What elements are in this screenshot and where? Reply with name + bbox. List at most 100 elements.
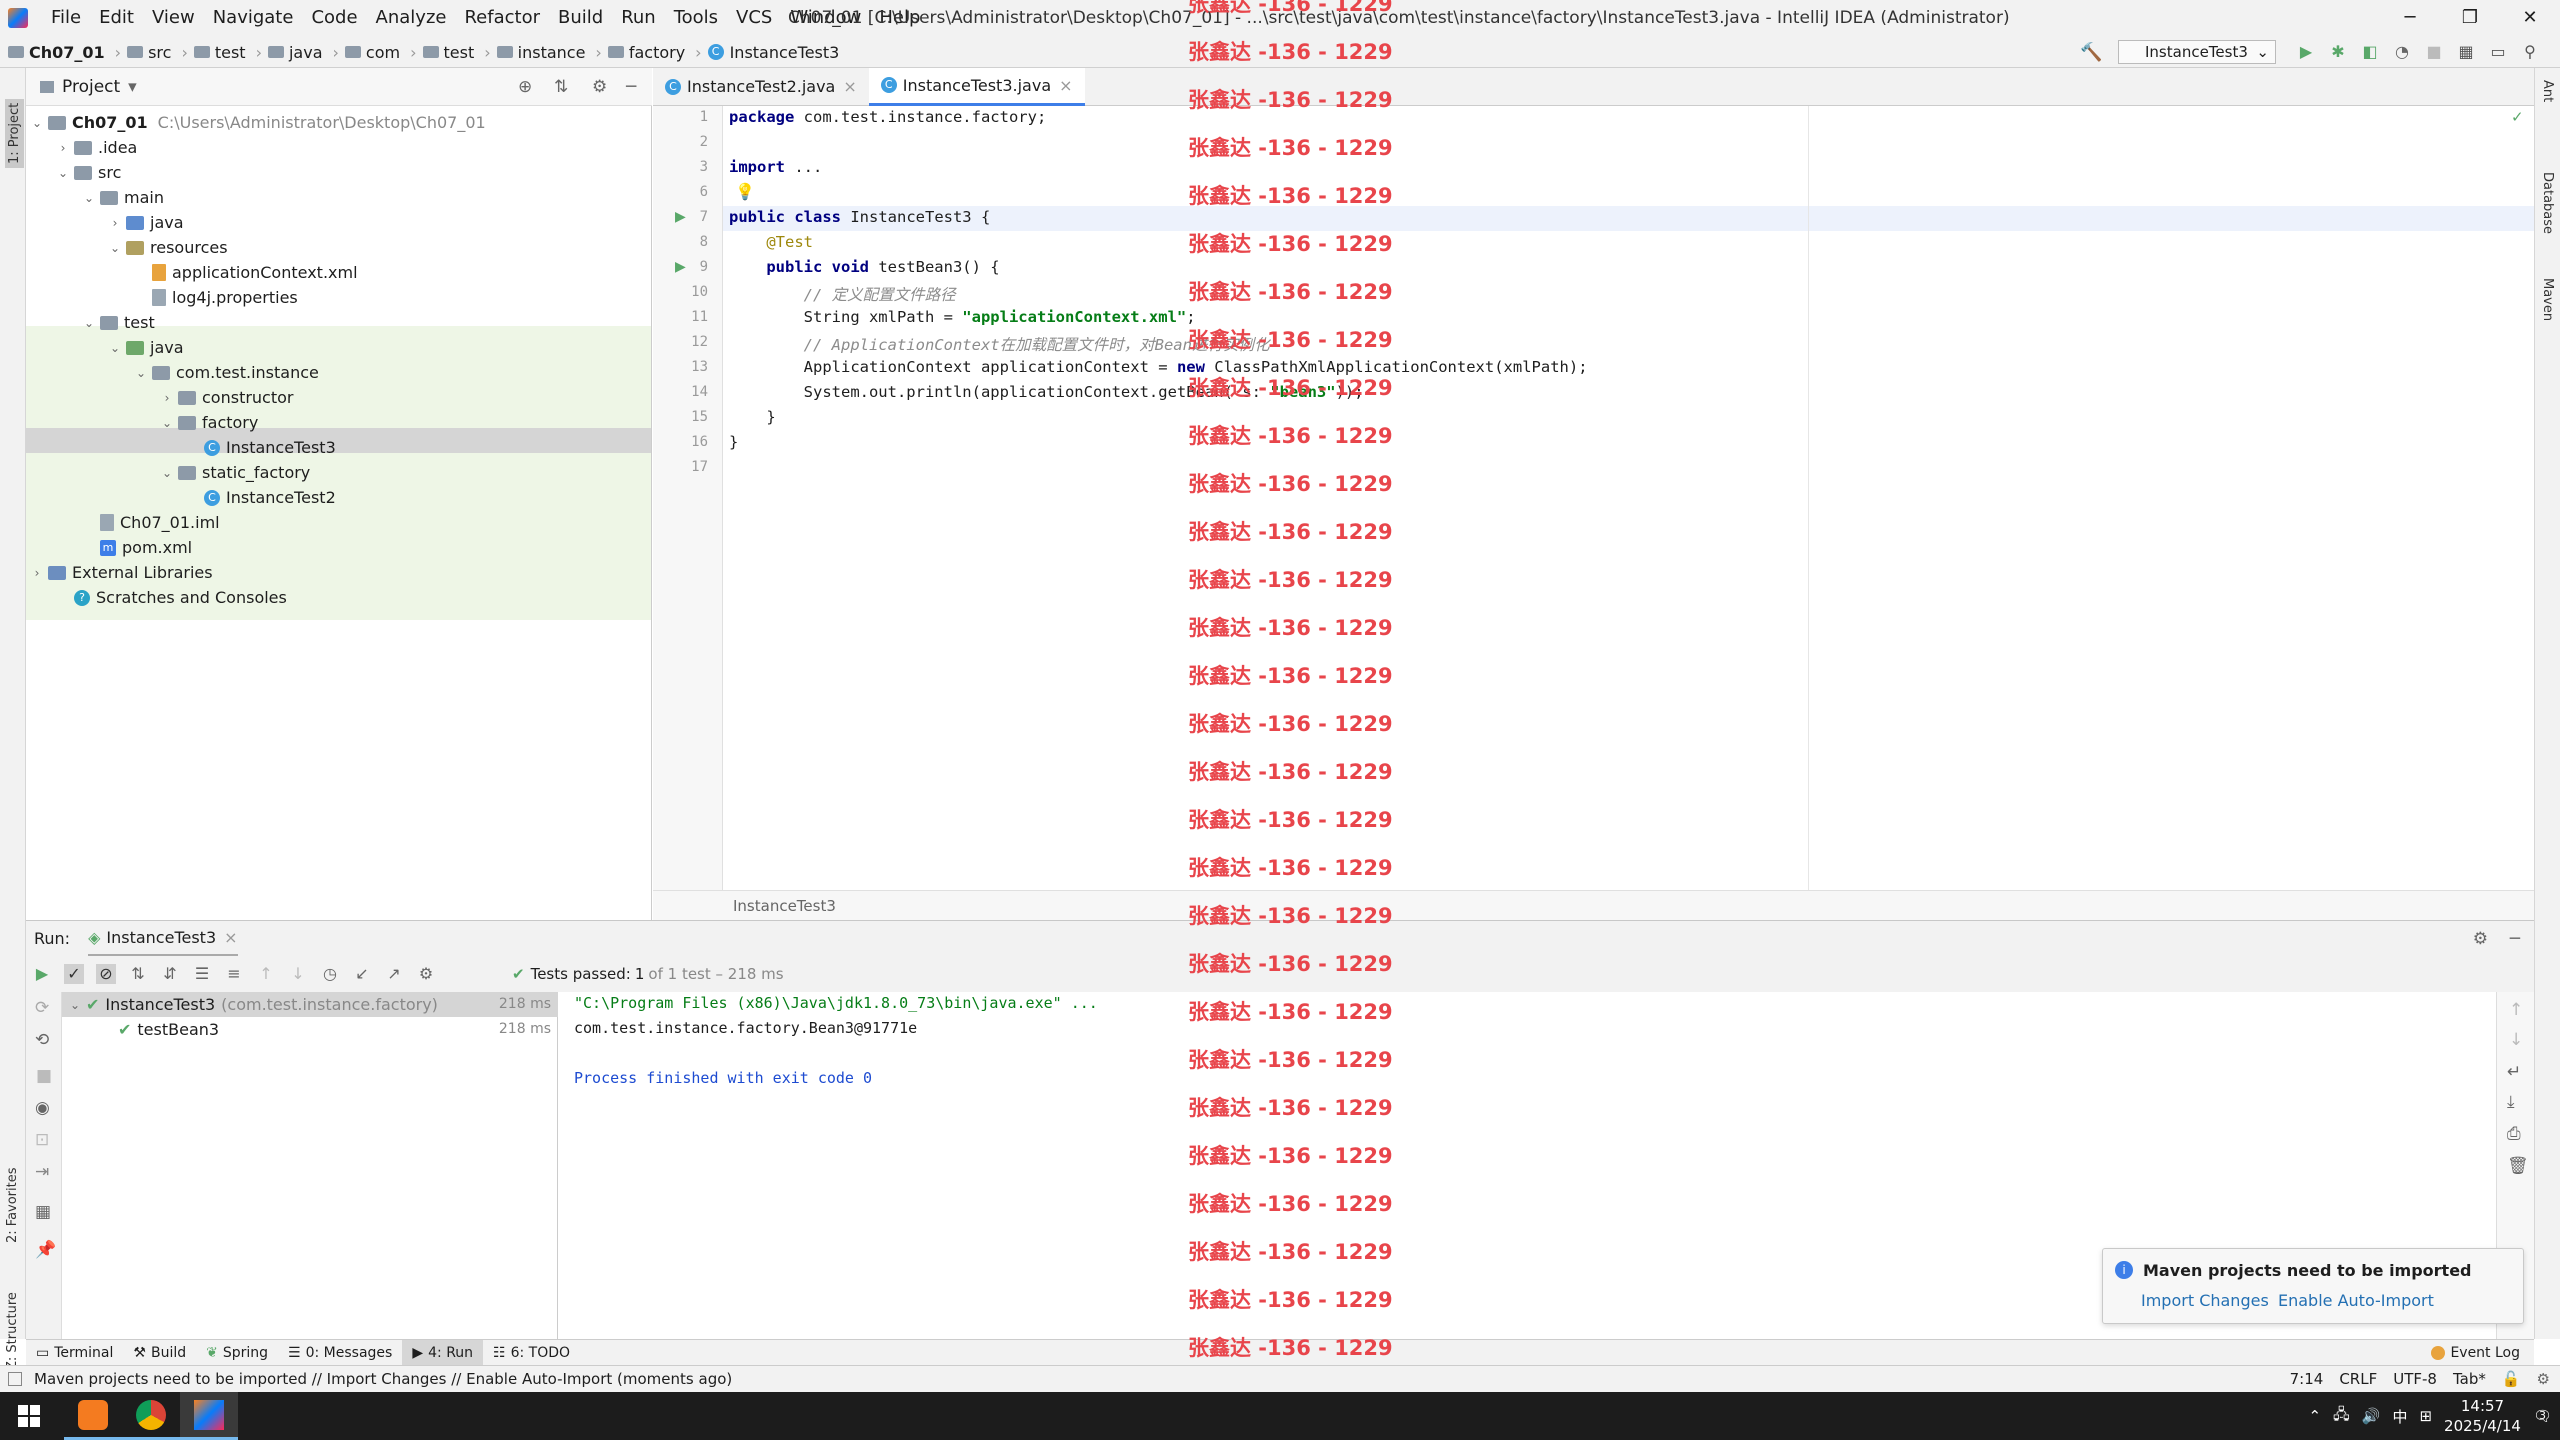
- test-suite-row[interactable]: ⌄ ✔ InstanceTest3 (com.test.instance.facto…: [68, 992, 438, 1017]
- expand-arrow-icon[interactable]: ⌄: [160, 466, 174, 480]
- close-icon[interactable]: ×: [843, 77, 856, 96]
- expand-arrow-icon[interactable]: ⌄: [56, 166, 70, 180]
- rerun-failed-icon[interactable]: ⟳: [35, 998, 49, 1018]
- menu-file[interactable]: File: [42, 0, 90, 36]
- next-test-icon[interactable]: ↓: [288, 964, 308, 984]
- tab-todo[interactable]: ☷ 6: TODO: [483, 1340, 580, 1366]
- gear-icon[interactable]: ⚙: [2473, 929, 2488, 949]
- close-icon[interactable]: ×: [1059, 76, 1072, 95]
- taskbar-app-explorer[interactable]: [64, 1392, 122, 1440]
- show-ignored-icon[interactable]: ⊘: [96, 964, 116, 984]
- project-view-select[interactable]: Project: [62, 77, 120, 97]
- menu-view[interactable]: View: [143, 0, 204, 36]
- editor-breadcrumb[interactable]: InstanceTest3: [653, 890, 2534, 920]
- locate-icon[interactable]: ⊕: [518, 77, 532, 97]
- breadcrumb-item[interactable]: src: [127, 43, 171, 62]
- maven-tool-button[interactable]: Maven: [2540, 278, 2555, 321]
- taskbar-app-chrome[interactable]: [122, 1392, 180, 1440]
- expand-arrow-icon[interactable]: ⌄: [108, 241, 122, 255]
- tab-run[interactable]: ▶ 4: Run: [402, 1339, 484, 1366]
- expand-arrow-icon[interactable]: ›: [160, 391, 174, 405]
- code-editor[interactable]: 💡 ✓ package com.test.instance.factory; im…: [723, 106, 2534, 890]
- breadcrumb-item[interactable]: java: [267, 43, 323, 62]
- exit-icon[interactable]: ⊡: [35, 1130, 49, 1150]
- tree-node[interactable]: log4j.properties: [134, 285, 298, 310]
- expand-arrow-icon[interactable]: ›: [56, 141, 70, 155]
- print-icon[interactable]: ⎙: [2507, 1124, 2521, 1144]
- ime-settings-icon[interactable]: ⊞: [2419, 1407, 2432, 1425]
- tree-node[interactable]: ? Scratches and Consoles: [56, 585, 287, 610]
- import-tests-icon[interactable]: ↙: [352, 964, 372, 984]
- tree-node[interactable]: C InstanceTest2: [186, 485, 336, 510]
- tree-node[interactable]: › .idea: [56, 135, 138, 160]
- import-changes-link[interactable]: Import Changes: [2141, 1291, 2269, 1310]
- tree-node[interactable]: ⌄ static_factory: [160, 460, 310, 485]
- tree-node[interactable]: ⌄ main: [82, 185, 164, 210]
- breadcrumb-item[interactable]: C InstanceTest3: [707, 43, 839, 62]
- event-log-button[interactable]: Event Log: [2421, 1340, 2530, 1366]
- tree-root[interactable]: ⌄ Ch07_01 C:\Users\Administrator\Desktop\C…: [30, 110, 486, 135]
- tab-terminal[interactable]: ▭ Terminal: [26, 1340, 123, 1366]
- rerun-icon[interactable]: ▶: [32, 964, 52, 984]
- soft-wrap-icon[interactable]: ↵: [2507, 1062, 2521, 1082]
- ant-tool-button[interactable]: Ant: [2540, 80, 2555, 102]
- menu-refactor[interactable]: Refactor: [455, 0, 549, 36]
- expand-arrow-icon[interactable]: ⌄: [82, 191, 96, 205]
- breadcrumb-item[interactable]: test: [422, 43, 474, 62]
- expand-arrow-icon[interactable]: ⌄: [82, 316, 96, 330]
- tab-instancetest3[interactable]: C InstanceTest3.java ×: [868, 67, 1085, 106]
- tab-build[interactable]: ⚒ Build: [123, 1340, 196, 1366]
- run-method-icon[interactable]: ▶: [675, 259, 686, 275]
- expand-arrow-icon[interactable]: ›: [30, 566, 44, 580]
- history-icon[interactable]: ◷: [320, 964, 340, 984]
- action-center-icon[interactable]: 🗨 3: [2533, 1407, 2552, 1425]
- restore-icon[interactable]: ❐: [2440, 0, 2500, 36]
- tray-chevron-icon[interactable]: ⌃: [2308, 1407, 2321, 1425]
- test-case-row[interactable]: ✔ testBean3: [118, 1017, 219, 1042]
- enable-auto-import-link[interactable]: Enable Auto-Import: [2278, 1291, 2434, 1310]
- expand-arrow-icon[interactable]: ⌄: [160, 416, 174, 430]
- tree-node[interactable]: ⌄ src: [56, 160, 121, 185]
- database-tool-button[interactable]: Database: [2540, 172, 2555, 234]
- show-passed-icon[interactable]: ✓: [64, 964, 84, 984]
- chevron-down-icon[interactable]: ▾: [128, 77, 137, 97]
- pin-icon[interactable]: 📌: [35, 1240, 56, 1260]
- breadcrumb-item[interactable]: test: [193, 43, 246, 62]
- expand-arrow-icon[interactable]: ⌄: [134, 366, 148, 380]
- line-separator[interactable]: CRLF: [2339, 1370, 2377, 1388]
- status-message[interactable]: Maven projects need to be imported // Im…: [34, 1370, 732, 1388]
- presentation-icon[interactable]: ▭: [2488, 42, 2508, 62]
- network-icon[interactable]: 🖧: [2333, 1404, 2350, 1429]
- scroll-to-end-icon[interactable]: ⤓: [2507, 1092, 2515, 1112]
- expand-arrow-icon[interactable]: ›: [108, 216, 122, 230]
- prev-test-icon[interactable]: ↑: [256, 964, 276, 984]
- hide-icon[interactable]: ─: [2510, 929, 2520, 949]
- clock[interactable]: 14:57 2025/4/14: [2444, 1396, 2521, 1436]
- tab-spring[interactable]: ❦ Spring: [196, 1340, 278, 1366]
- favorites-tool-button[interactable]: 2: Favorites: [5, 1167, 20, 1243]
- camera-icon[interactable]: ◉: [35, 1098, 50, 1118]
- tree-node[interactable]: m pom.xml: [82, 535, 192, 560]
- search-icon[interactable]: ⚲: [2520, 42, 2540, 62]
- run-icon[interactable]: ▶: [2296, 42, 2316, 62]
- run-config-select[interactable]: InstanceTest3 ⌄: [2118, 40, 2276, 64]
- run-class-icon[interactable]: ▶: [675, 209, 686, 225]
- menu-build[interactable]: Build: [549, 0, 612, 36]
- file-encoding[interactable]: UTF-8: [2393, 1370, 2437, 1388]
- login-icon[interactable]: ⇥: [35, 1162, 49, 1182]
- sort-duration-icon[interactable]: ⇵: [160, 964, 180, 984]
- volume-icon[interactable]: 🔊: [2362, 1407, 2381, 1425]
- tree-node[interactable]: › java: [108, 210, 184, 235]
- breadcrumb-item[interactable]: Ch07_01: [8, 43, 105, 62]
- trash-icon[interactable]: 🗑: [2507, 1156, 2529, 1176]
- tree-node[interactable]: C InstanceTest3: [186, 435, 336, 460]
- gear-icon[interactable]: ⚙: [592, 77, 607, 97]
- tab-instancetest2[interactable]: C InstanceTest2.java ×: [653, 68, 869, 106]
- collapse-all-icon[interactable]: ≡: [224, 964, 244, 984]
- menu-analyze[interactable]: Analyze: [367, 0, 456, 36]
- taskbar-app-intellij[interactable]: [180, 1392, 238, 1440]
- ime-indicator[interactable]: 中: [2392, 1406, 2407, 1427]
- stop-icon[interactable]: ■: [36, 1066, 52, 1086]
- tree-node[interactable]: ⌄ factory: [160, 410, 258, 435]
- hide-icon[interactable]: ─: [626, 77, 636, 97]
